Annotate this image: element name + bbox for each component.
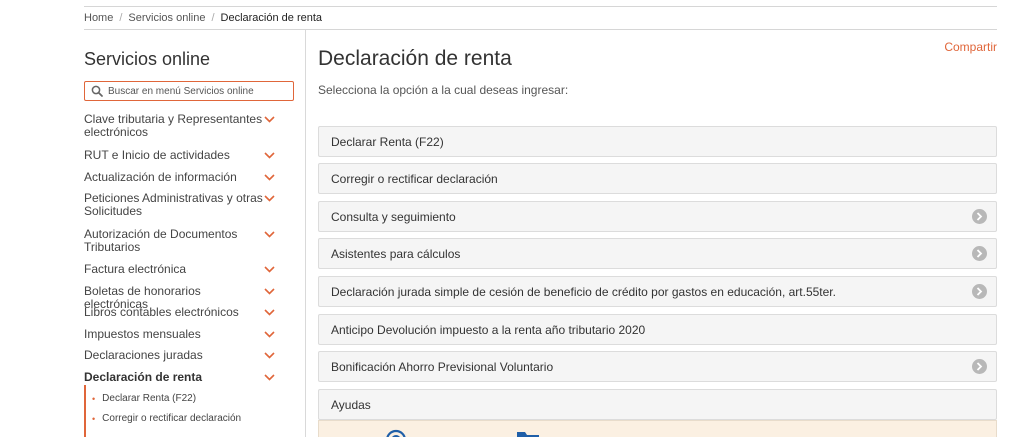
option-label: Corregir o rectificar declaración xyxy=(331,171,498,186)
chevron-down-icon xyxy=(264,374,275,381)
option-label: Consulta y seguimiento xyxy=(331,209,456,224)
sidebar-title: Servicios online xyxy=(84,49,211,69)
sidebar-submenu: • Declarar Renta (F22) • Corregir o rect… xyxy=(84,385,298,437)
chevron-down-icon xyxy=(264,288,275,295)
option-label: Bonificación Ahorro Previsional Voluntar… xyxy=(331,359,554,374)
sidebar-search-input[interactable] xyxy=(108,85,288,97)
chevron-down-icon xyxy=(264,195,275,202)
sidebar-item-declaracion-renta[interactable]: Declaración de renta xyxy=(84,371,279,384)
sidebar-item-factura[interactable]: Factura electrónica xyxy=(84,263,279,276)
chevron-down-icon xyxy=(264,231,275,238)
option-declaracion-jurada-educacion[interactable]: Declaración jurada simple de cesión de b… xyxy=(318,276,997,307)
sidebar-item-label: Autorización de Documentos Tributarios xyxy=(84,227,238,254)
chevron-down-icon xyxy=(264,266,275,273)
chevron-down-icon xyxy=(264,116,275,123)
option-label: Declaración jurada simple de cesión de b… xyxy=(331,284,836,299)
chevron-right-circle-icon xyxy=(972,284,987,299)
sidebar-subitem-label: Declarar Renta (F22) xyxy=(102,393,197,404)
sidebar-item-declaraciones-juradas[interactable]: Declaraciones juradas xyxy=(84,349,279,362)
share-link[interactable]: Compartir xyxy=(944,40,997,54)
breadcrumb-home[interactable]: Home xyxy=(84,12,113,24)
folder-icon[interactable] xyxy=(516,430,540,437)
sidebar-item-libros[interactable]: Libros contables electrónicos xyxy=(84,306,279,319)
sidebar-item-label: Impuestos mensuales xyxy=(84,327,201,341)
sidebar-search[interactable] xyxy=(84,81,294,101)
breadcrumb: Home / Servicios online / Declaración de… xyxy=(84,12,322,24)
sidebar-item-impuestos[interactable]: Impuestos mensuales xyxy=(84,328,279,341)
option-bonificacion-apv[interactable]: Bonificación Ahorro Previsional Voluntar… xyxy=(318,351,997,382)
sidebar-subitem-corregir[interactable]: • Corregir o rectificar declaración xyxy=(86,413,241,425)
sidebar-item-clave-tributaria[interactable]: Clave tributaria y Representantes electr… xyxy=(84,113,279,139)
breadcrumb-separator: / xyxy=(119,12,123,24)
sidebar-item-label: Libros contables electrónicos xyxy=(84,305,239,319)
option-declarar-renta[interactable]: Declarar Renta (F22) xyxy=(318,126,997,157)
sidebar-subitem-declarar-renta[interactable]: • Declarar Renta (F22) xyxy=(86,393,196,405)
chevron-down-icon xyxy=(264,152,275,159)
breadcrumb-current: Declaración de renta xyxy=(220,12,323,24)
bullet-icon: • xyxy=(92,394,96,404)
sidebar-item-peticiones[interactable]: Peticiones Administrativas y otras Solic… xyxy=(84,192,279,218)
option-label: Declarar Renta (F22) xyxy=(331,134,444,149)
option-label: Anticipo Devolución impuesto a la renta … xyxy=(331,322,646,337)
sidebar-item-label: Peticiones Administrativas y otras Solic… xyxy=(84,191,263,218)
sidebar-item-label: Declaración de renta xyxy=(84,370,203,384)
chevron-down-icon xyxy=(264,352,275,359)
breadcrumb-separator: / xyxy=(211,12,215,24)
sidebar-item-autorizacion[interactable]: Autorización de Documentos Tributarios xyxy=(84,228,279,254)
chevron-down-icon xyxy=(264,309,275,316)
sidebar-item-label: Declaraciones juradas xyxy=(84,348,203,362)
sidebar-item-label: Actualización de información xyxy=(84,170,237,184)
page-title: Declaración de renta xyxy=(318,47,512,70)
search-icon xyxy=(91,85,103,97)
page-subtitle: Selecciona la opción a la cual deseas in… xyxy=(318,83,569,97)
chevron-down-icon xyxy=(264,174,275,181)
option-ayudas[interactable]: Ayudas xyxy=(318,389,997,420)
chevron-down-icon xyxy=(264,331,275,338)
ayudas-panel xyxy=(318,420,997,437)
sidebar-item-label: RUT e Inicio de actividades xyxy=(84,148,230,162)
sidebar-item-label: Factura electrónica xyxy=(84,262,187,276)
chevron-right-circle-icon xyxy=(972,359,987,374)
option-label: Asistentes para cálculos xyxy=(331,246,461,261)
chevron-right-circle-icon xyxy=(972,246,987,261)
option-asistentes[interactable]: Asistentes para cálculos xyxy=(318,238,997,269)
sidebar-item-rut[interactable]: RUT e Inicio de actividades xyxy=(84,149,279,162)
help-circle-icon[interactable] xyxy=(385,429,407,437)
option-consulta[interactable]: Consulta y seguimiento xyxy=(318,201,997,232)
option-anticipo-devolucion[interactable]: Anticipo Devolución impuesto a la renta … xyxy=(318,314,997,345)
option-label: Ayudas xyxy=(331,397,371,412)
sidebar-subitem-label: Corregir o rectificar declaración xyxy=(102,413,242,424)
breadcrumb-servicios-online[interactable]: Servicios online xyxy=(128,12,205,24)
sidebar-item-label: Clave tributaria y Representantes electr… xyxy=(84,112,263,139)
bullet-icon: • xyxy=(92,414,96,424)
chevron-right-circle-icon xyxy=(972,209,987,224)
top-divider xyxy=(84,6,997,7)
option-corregir[interactable]: Corregir o rectificar declaración xyxy=(318,163,997,194)
sidebar-item-actualizacion[interactable]: Actualización de información xyxy=(84,171,279,184)
sidebar: Servicios online Clave tributaria y Repr… xyxy=(84,30,306,437)
